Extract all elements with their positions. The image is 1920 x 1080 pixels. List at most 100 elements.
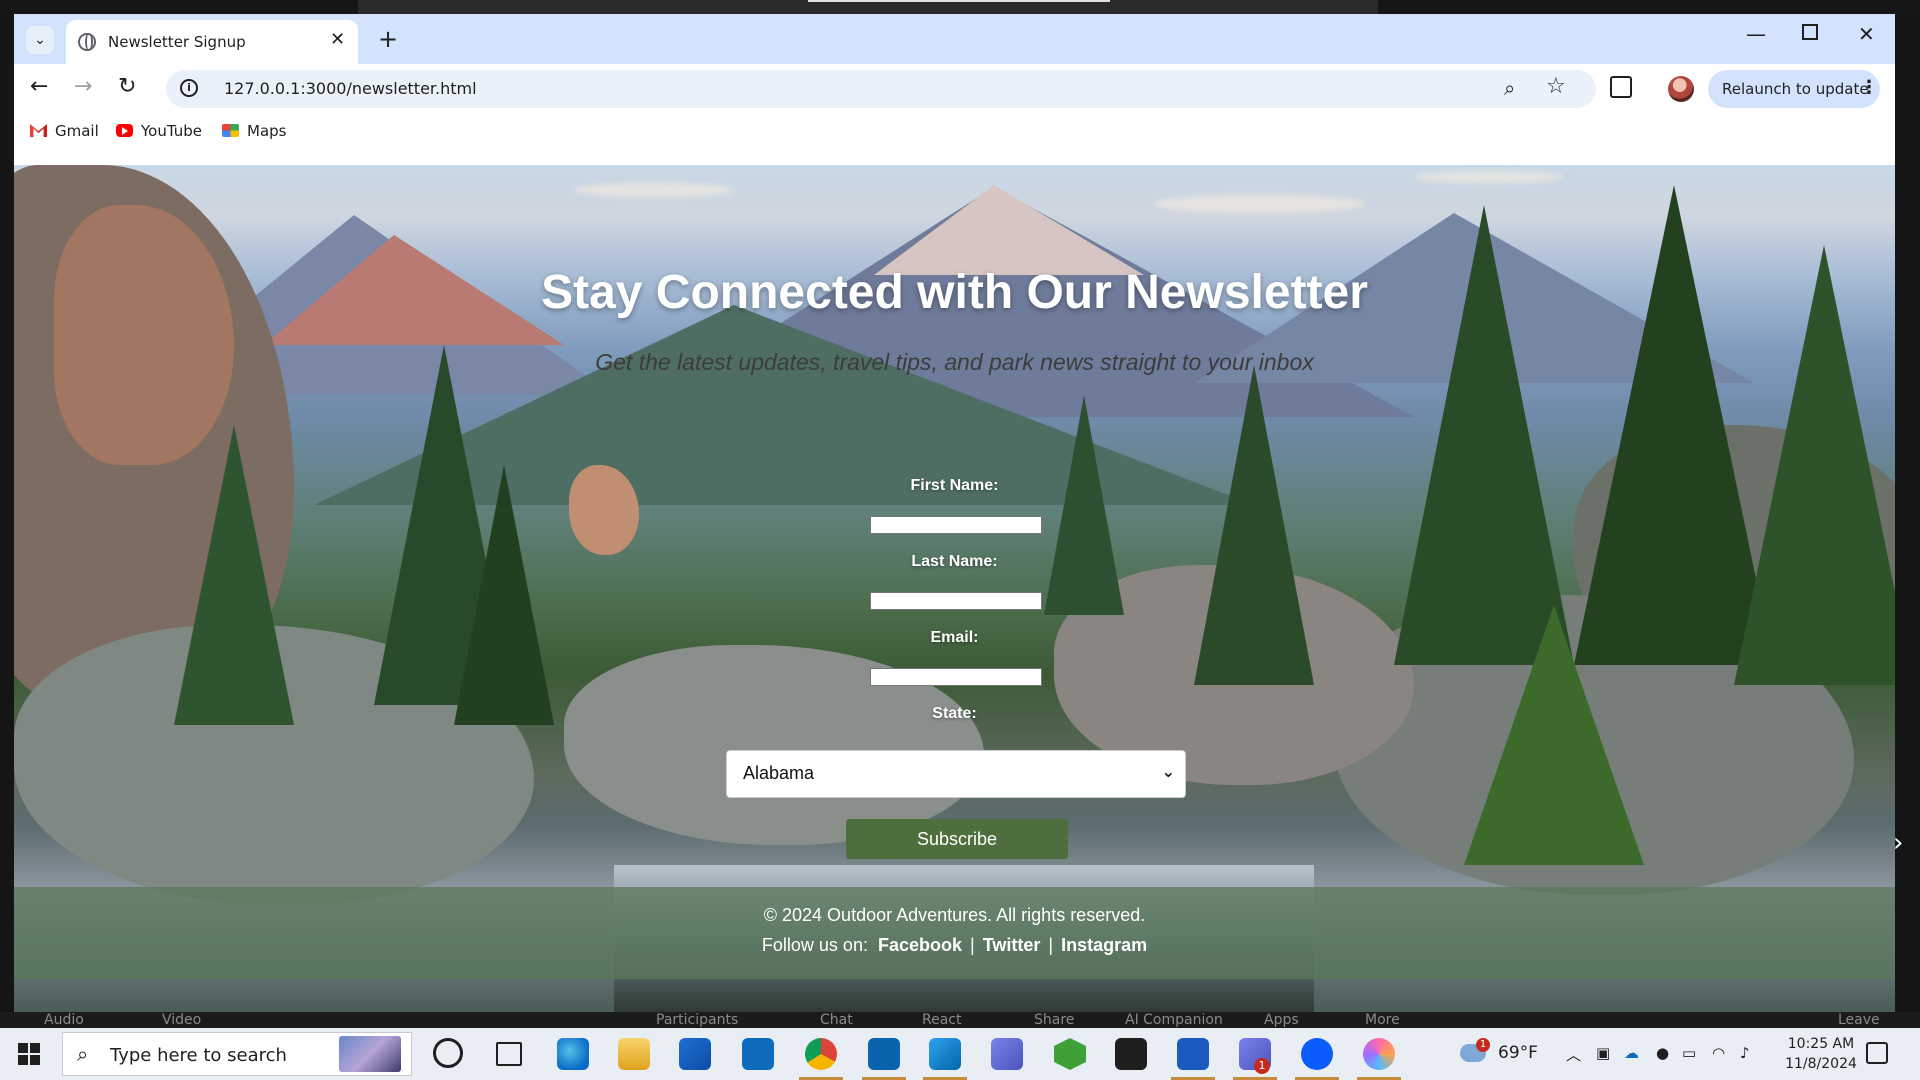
zoom-magnifier-icon[interactable]: ⌕ [1504, 76, 1515, 100]
extensions-icon[interactable] [1610, 76, 1632, 98]
word-icon[interactable] [1177, 1038, 1209, 1070]
taskbar-search-input[interactable]: ⌕ Type here to search [62, 1032, 412, 1076]
zoom-controls-bar: Audio Video Participants Chat React Shar… [0, 1012, 1920, 1028]
outlook-new-icon[interactable] [742, 1038, 774, 1070]
volume-icon[interactable]: ♪ [1740, 1044, 1750, 1062]
zoom-icon[interactable] [1301, 1038, 1333, 1070]
zoom-video-button[interactable]: Video [162, 1012, 201, 1028]
zoom-left-margin [0, 14, 14, 1012]
zoom-apps-button[interactable]: Apps [1264, 1012, 1299, 1028]
edge-icon[interactable] [557, 1038, 589, 1070]
tab-strip: ⌄ Newsletter Signup ✕ + — ✕ [14, 14, 1895, 64]
outlook-icon[interactable] [868, 1038, 900, 1070]
zoom-share-bar [0, 0, 1920, 14]
teams-icon[interactable] [991, 1038, 1023, 1070]
instagram-link[interactable]: Instagram [1061, 935, 1147, 955]
tab-newsletter-signup[interactable]: Newsletter Signup ✕ [66, 20, 358, 64]
file-explorer-icon[interactable] [618, 1038, 650, 1070]
chrome-icon[interactable] [805, 1038, 837, 1070]
facebook-link[interactable]: Facebook [878, 935, 962, 955]
page-subtitle: Get the latest updates, travel tips, and… [595, 349, 1314, 375]
zoom-share-highlight [808, 0, 1110, 2]
onedrive-icon[interactable]: ☁ [1624, 1044, 1639, 1062]
page-title: Stay Connected with Our Newsletter [541, 266, 1368, 319]
minimize-icon[interactable]: — [1746, 22, 1766, 46]
zoom-chat-button[interactable]: Chat [820, 1012, 853, 1028]
teams-notification-badge: 1 [1254, 1058, 1270, 1074]
last-name-label: Last Name: [911, 553, 998, 570]
nodejs-icon[interactable] [1054, 1038, 1086, 1070]
address-bar[interactable]: i 127.0.0.1:3000/newsletter.html ⌕ ☆ [166, 70, 1596, 108]
state-selected-value: Alabama [743, 763, 815, 783]
chevron-up-icon[interactable]: ︿ [1566, 1044, 1581, 1065]
close-tab-icon[interactable]: ✕ [330, 29, 345, 50]
profile-avatar[interactable] [1668, 76, 1694, 102]
twitter-link[interactable]: Twitter [983, 935, 1041, 955]
tab-search-button[interactable]: ⌄ [26, 26, 54, 54]
new-tab-button[interactable]: + [378, 25, 398, 53]
zoom-share-indicator [358, 0, 1378, 14]
bookmark-star-icon[interactable]: ☆ [1546, 74, 1566, 99]
zoom-react-button[interactable]: React [922, 1012, 961, 1028]
zoom-participants-button[interactable]: Participants [656, 1012, 738, 1028]
bookmark-gmail[interactable]: Gmail [30, 122, 99, 140]
search-icon: ⌕ [77, 1042, 89, 1066]
windows-taskbar: ⌕ Type here to search 1 1 69°F ︿ ▣ ☁ ● ▭… [0, 1028, 1920, 1080]
windows-start-icon[interactable] [18, 1043, 40, 1065]
maps-icon [222, 124, 239, 137]
search-highlight-image [339, 1036, 401, 1072]
notification-center-icon[interactable] [1866, 1042, 1888, 1064]
cortana-icon[interactable] [433, 1038, 463, 1068]
chevron-down-icon: ⌄ [1161, 762, 1175, 781]
page-footer: © 2024 Outdoor Adventures. All rights re… [14, 887, 1895, 979]
taskbar-clock[interactable]: 10:25 AM 11/8/2024 [1766, 1034, 1876, 1074]
bookmark-maps[interactable]: Maps [222, 122, 286, 140]
subscribe-button[interactable]: Subscribe [846, 819, 1068, 859]
first-name-field[interactable] [870, 516, 1042, 534]
zoom-ai-companion-button[interactable]: AI Companion [1125, 1012, 1223, 1028]
bookmark-maps-label: Maps [247, 122, 287, 140]
close-window-icon[interactable]: ✕ [1858, 22, 1875, 46]
zoom-right-margin [1895, 14, 1920, 1012]
site-info-icon[interactable]: i [180, 79, 198, 97]
footer-separator: | [1048, 935, 1054, 955]
zoom-more-button[interactable]: More [1365, 1012, 1400, 1028]
bookmark-youtube[interactable]: YouTube [116, 122, 202, 140]
weather-temperature[interactable]: 69°F [1498, 1043, 1538, 1063]
battery-icon[interactable]: ▭ [1682, 1044, 1696, 1062]
footer-social: Follow us on: Facebook | Twitter | Instagram [14, 935, 1895, 956]
vscode-icon[interactable] [929, 1038, 961, 1070]
follow-label: Follow us on: [761, 935, 868, 955]
forward-arrow-icon[interactable]: → [74, 74, 92, 99]
web-page: Stay Connected with Our Newsletter Get t… [14, 165, 1895, 1012]
relaunch-to-update-button[interactable]: Relaunch to update ⋮ [1708, 70, 1880, 108]
relaunch-label: Relaunch to update [1722, 80, 1869, 98]
microphone-icon[interactable]: ● [1656, 1044, 1669, 1062]
email-label: Email: [930, 629, 979, 646]
task-view-icon[interactable] [496, 1042, 522, 1066]
zoom-leave-button[interactable]: Leave [1838, 1012, 1880, 1028]
desktop-screen: › Audio Video Participants Chat React Sh… [0, 0, 1920, 1080]
email-field[interactable] [870, 668, 1042, 686]
meet-now-icon[interactable]: ▣ [1596, 1044, 1610, 1062]
maximize-icon[interactable] [1802, 24, 1818, 40]
reload-icon[interactable]: ↻ [118, 74, 136, 99]
wifi-icon[interactable]: ◠ [1712, 1044, 1725, 1062]
browser-window: ⌄ Newsletter Signup ✕ + — ✕ ← → ↻ i 127.… [14, 14, 1895, 1012]
bookmarks-bar: Gmail YouTube Maps [14, 114, 1895, 150]
bookmark-gmail-label: Gmail [55, 122, 99, 140]
microsoft-store-icon[interactable] [679, 1038, 711, 1070]
zoom-audio-button[interactable]: Audio [44, 1012, 84, 1028]
clock-date: 11/8/2024 [1785, 1056, 1857, 1072]
taskbar-search-placeholder: Type here to search [110, 1045, 287, 1066]
state-select[interactable]: Alabama ⌄ [726, 750, 1186, 798]
menu-dots-icon[interactable]: ⋮ [1860, 77, 1878, 98]
last-name-field[interactable] [870, 592, 1042, 610]
back-arrow-icon[interactable]: ← [30, 74, 48, 99]
footer-separator: | [970, 935, 975, 955]
terminal-icon[interactable] [1115, 1038, 1147, 1070]
copilot-icon[interactable] [1363, 1038, 1395, 1070]
youtube-icon [116, 124, 133, 137]
url-text[interactable]: 127.0.0.1:3000/newsletter.html [224, 79, 477, 98]
zoom-share-button[interactable]: Share [1034, 1012, 1074, 1028]
